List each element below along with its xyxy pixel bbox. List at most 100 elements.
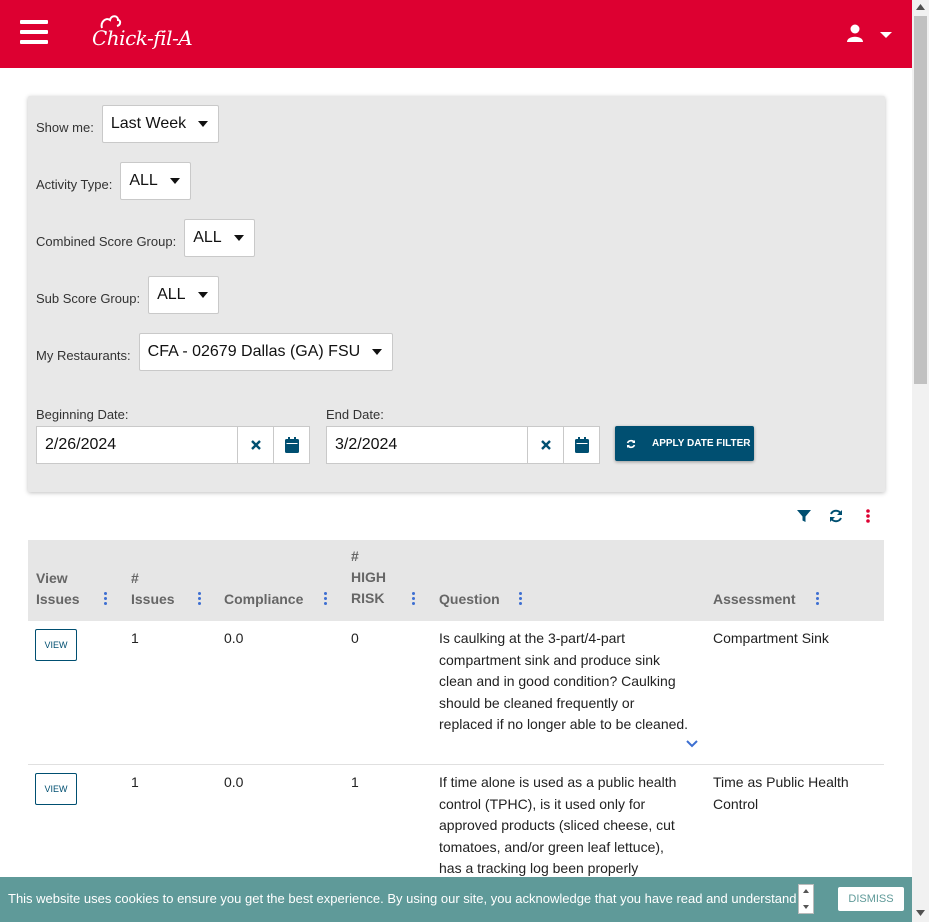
high-risk-cell: 0 — [351, 630, 359, 646]
question-line: should be cleaned frequently or — [439, 694, 635, 711]
end-date-label: End Date: — [326, 407, 384, 422]
beginning-date-calendar-button[interactable] — [273, 427, 309, 463]
show-me-value: Last Week — [110, 115, 187, 132]
scroll-up-icon[interactable] — [916, 4, 925, 10]
assessment-cell: Time as Public Health Control — [713, 772, 878, 815]
more-options-icon[interactable] — [865, 508, 871, 524]
column-menu-icon[interactable] — [412, 592, 416, 607]
col-header-high-risk[interactable]: # HIGH RISK — [351, 546, 386, 609]
col-header-assessment[interactable]: Assessment — [713, 589, 796, 610]
filter-sub-score-group: Sub Score Group: ALL — [36, 276, 219, 314]
question-line: replaced if no longer able to be cleaned… — [439, 716, 689, 732]
col-header-text: Issues — [131, 591, 175, 607]
question-line: If time alone is used as a public health — [439, 774, 677, 790]
col-header-text: Question — [439, 591, 500, 607]
end-date-calendar-button[interactable] — [563, 427, 599, 463]
filter-activity-type: Activity Type: ALL — [36, 162, 191, 200]
hamburger-icon[interactable] — [20, 20, 48, 46]
expand-chevron-icon[interactable] — [686, 740, 698, 748]
issues-cell: 1 — [131, 630, 139, 646]
brand-wordmark: Chick-fil-A — [92, 26, 193, 50]
apply-date-filter-button[interactable]: APPLY DATE FILTER — [615, 426, 754, 461]
caret-down-icon — [233, 235, 244, 241]
scroll-down-icon[interactable] — [916, 910, 925, 916]
column-menu-icon[interactable] — [198, 592, 202, 607]
combined-score-group-value: ALL — [193, 229, 222, 246]
show-me-select[interactable]: Last Week — [101, 105, 220, 143]
brand-logo[interactable]: Chick-fil-A — [92, 14, 193, 54]
col-header-text: Compliance — [224, 591, 304, 607]
filter-icon[interactable] — [797, 508, 811, 524]
beginning-date-field: 2/26/2024 — [36, 426, 310, 464]
column-menu-icon[interactable] — [519, 592, 523, 607]
activity-type-select[interactable]: ALL — [120, 162, 191, 200]
top-bar: Chick-fil-A — [0, 0, 912, 68]
caret-down-icon — [169, 178, 180, 184]
dismiss-button[interactable]: DISMISS — [838, 887, 904, 911]
compliance-cell: 0.0 — [224, 774, 244, 790]
sub-score-group-value: ALL — [157, 286, 186, 303]
table-row: VIEW 1 0.0 0 Is caulking at the 3-part/4… — [28, 621, 884, 765]
high-risk-cell: 1 — [351, 774, 359, 790]
cookie-text-scrollbar[interactable] — [798, 884, 814, 914]
sub-score-group-label: Sub Score Group: — [36, 290, 141, 306]
scrollbar-thumb[interactable] — [914, 16, 927, 384]
issues-cell: 1 — [131, 774, 139, 790]
refresh-icon[interactable] — [829, 508, 843, 524]
cookie-message: This website uses cookies to ensure you … — [8, 891, 797, 906]
close-icon — [540, 440, 551, 450]
my-restaurants-value: CFA - 02679 Dallas (GA) FSU — [147, 343, 361, 360]
question-line: approved products (sliced cheese, cut — [439, 817, 675, 833]
sub-score-group-select[interactable]: ALL — [148, 276, 219, 314]
col-header-text: HIGH — [351, 569, 386, 585]
clear-end-date-button[interactable] — [527, 427, 563, 463]
column-menu-icon[interactable] — [104, 592, 108, 607]
col-header-text: Issues — [36, 591, 80, 607]
refresh-icon — [626, 439, 636, 448]
user-menu[interactable] — [846, 24, 896, 46]
assessment-line: Time as Public Health — [713, 774, 849, 790]
beginning-date-input[interactable]: 2/26/2024 — [37, 427, 237, 463]
clear-beginning-date-button[interactable] — [237, 427, 273, 463]
table-header: View Issues # Issues Compliance # HIGH R… — [28, 540, 884, 621]
user-icon — [847, 24, 863, 42]
my-restaurants-select[interactable]: CFA - 02679 Dallas (GA) FSU — [138, 333, 394, 371]
activity-type-label: Activity Type: — [36, 176, 113, 192]
filter-combined-score-group: Combined Score Group: ALL — [36, 219, 255, 257]
view-button[interactable]: VIEW — [35, 773, 77, 805]
col-header-compliance[interactable]: Compliance — [224, 589, 303, 610]
col-header-text: View — [36, 570, 68, 586]
col-header-text: # — [351, 548, 359, 564]
question-cell: Is caulking at the 3-part/4-part compart… — [439, 628, 701, 736]
column-menu-icon[interactable] — [816, 592, 820, 607]
question-line: Is caulking at the 3-part/4-part — [439, 630, 625, 646]
calendar-icon — [284, 437, 299, 453]
activity-type-value: ALL — [129, 172, 158, 189]
column-menu-icon[interactable] — [324, 592, 328, 607]
assessment-line: Compartment Sink — [713, 630, 829, 646]
question-cell: If time alone is used as a public health… — [439, 772, 701, 880]
col-header-issues[interactable]: # Issues — [131, 568, 175, 610]
combined-score-group-select[interactable]: ALL — [184, 219, 255, 257]
cookie-banner: This website uses cookies to ensure you … — [0, 877, 912, 922]
calendar-icon — [574, 437, 589, 453]
col-header-view-issues[interactable]: View Issues — [36, 568, 80, 610]
assessment-line: Control — [713, 795, 759, 812]
end-date-input[interactable]: 3/2/2024 — [327, 427, 527, 463]
question-line: control (TPHC), is it used only for — [439, 795, 646, 812]
col-header-question[interactable]: Question — [439, 589, 500, 610]
view-button[interactable]: VIEW — [35, 629, 77, 661]
caret-down-icon — [372, 349, 383, 355]
show-me-label: Show me: — [36, 119, 94, 135]
filter-panel: Show me: Last Week Activity Type: ALL Co… — [28, 96, 885, 492]
page: Chick-fil-A Show me: Last Week Activity … — [0, 0, 912, 922]
filter-show-me: Show me: Last Week — [36, 105, 220, 143]
end-date-field: 3/2/2024 — [326, 426, 600, 464]
compliance-cell: 0.0 — [224, 630, 244, 646]
apply-date-filter-label: APPLY DATE FILTER — [652, 438, 751, 449]
col-header-text: # — [131, 570, 139, 586]
table-row: VIEW 1 0.0 1 If time alone is used as a … — [28, 765, 884, 885]
question-line: tomatoes, and/or green leaf lettuce), — [439, 838, 664, 855]
beginning-date-label: Beginning Date: — [36, 407, 129, 422]
page-scrollbar[interactable] — [912, 0, 929, 922]
